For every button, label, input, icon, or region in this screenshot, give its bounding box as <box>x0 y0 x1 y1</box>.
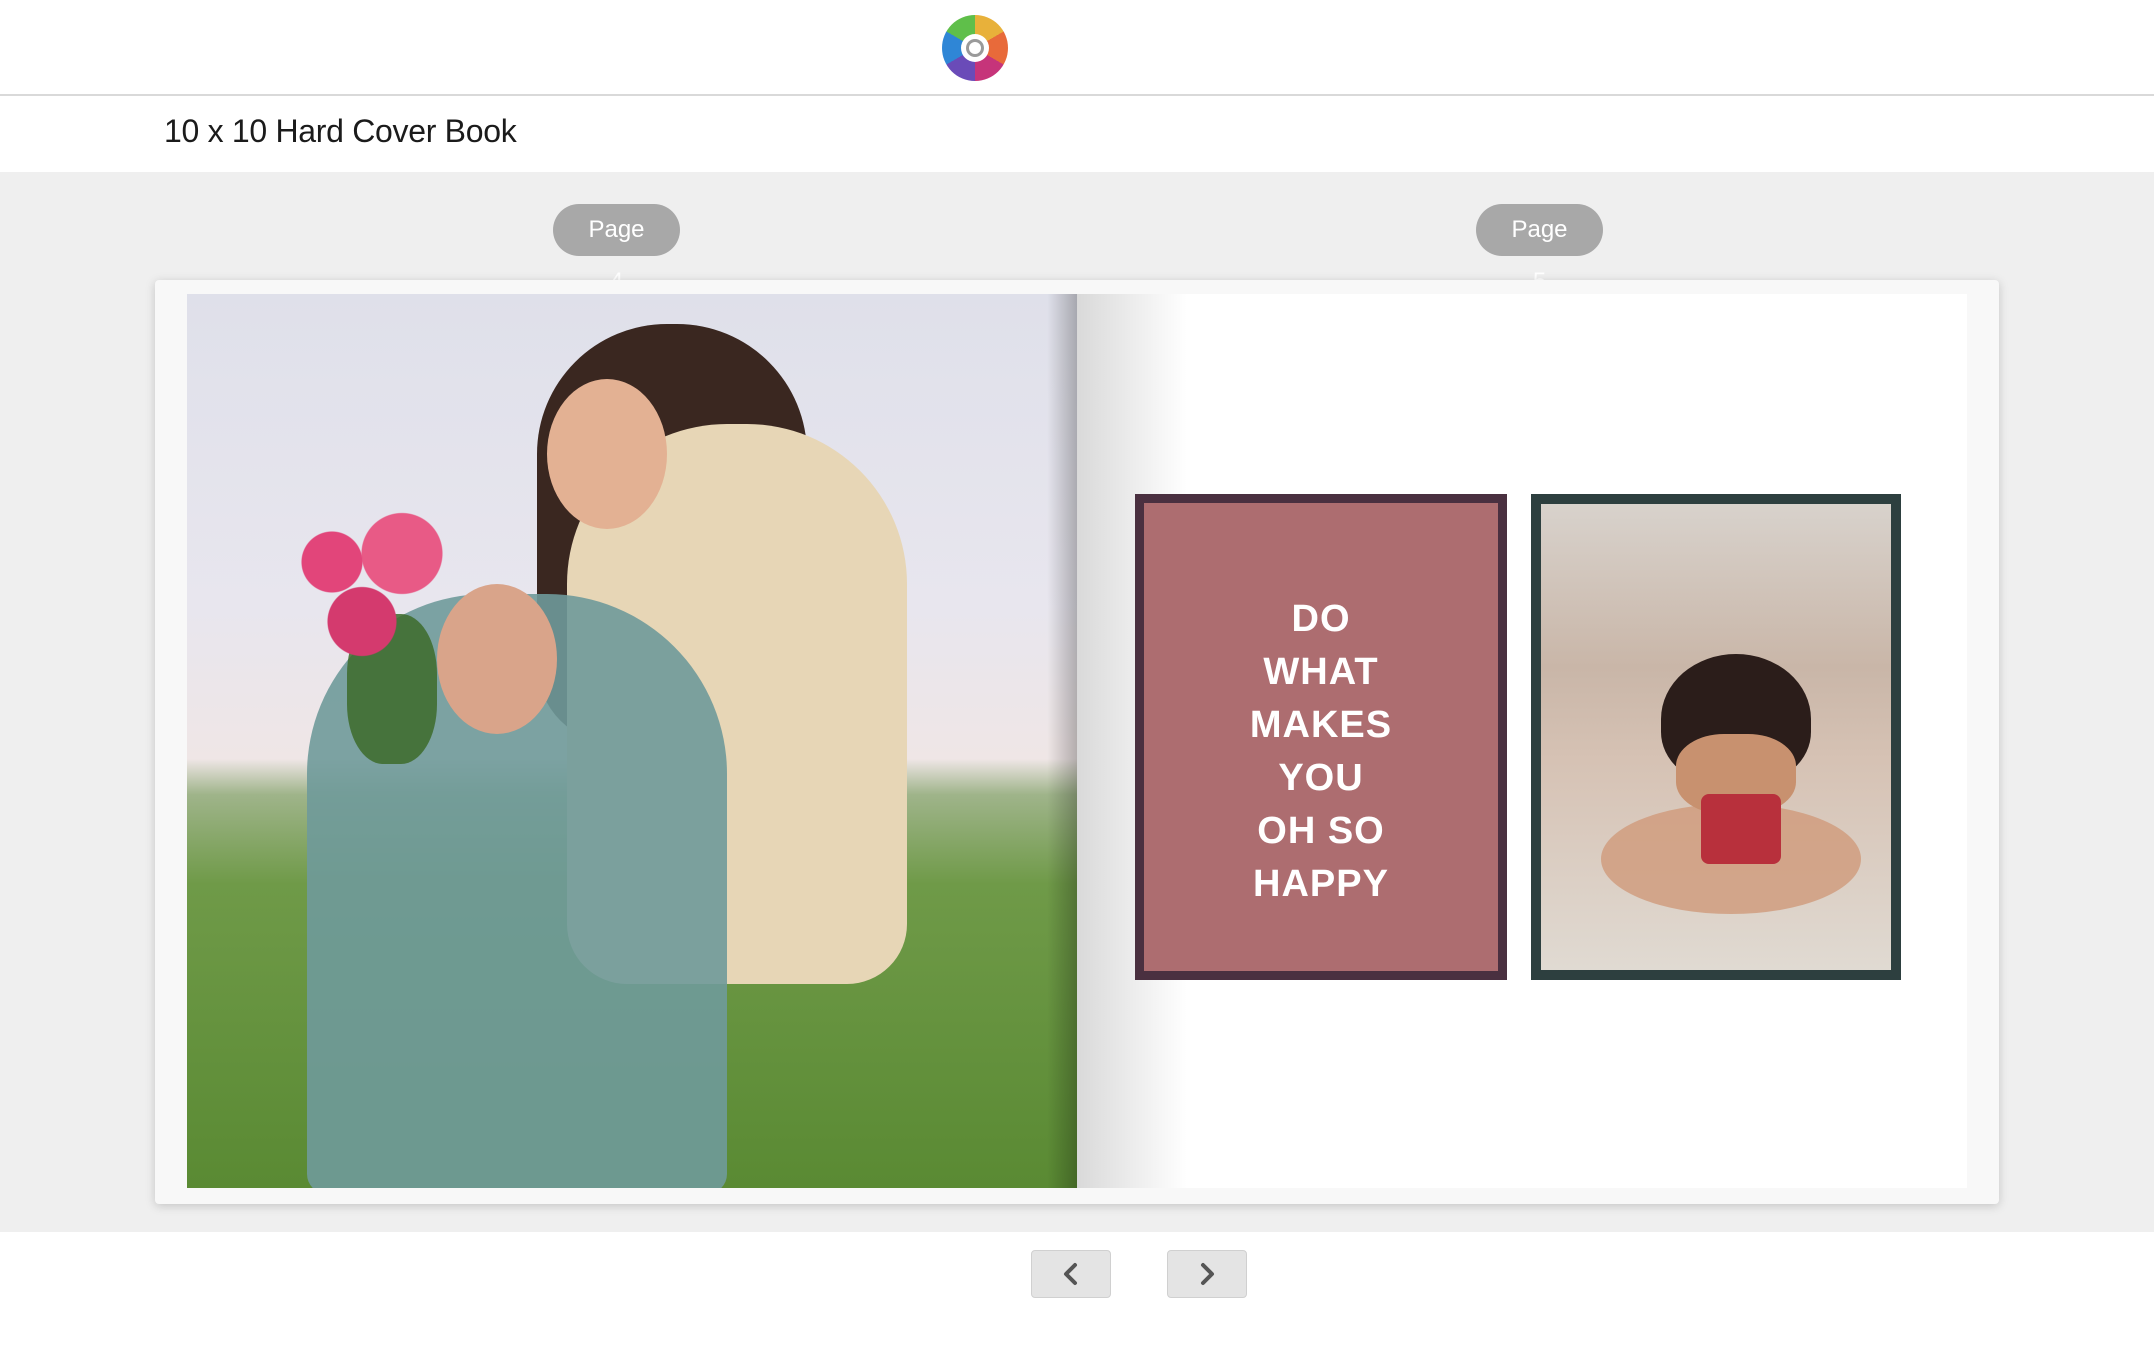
quote-line: HAPPY <box>1253 863 1389 905</box>
quote-line: YOU <box>1278 757 1364 799</box>
page-4-label: Page 4 <box>553 204 680 295</box>
product-title-bar: 10 x 10 Hard Cover Book <box>0 98 2154 172</box>
chevron-left-icon <box>1064 1263 1077 1285</box>
photo-detail <box>272 494 472 664</box>
quote-line: MAKES <box>1249 704 1393 746</box>
next-page-button[interactable] <box>1167 1250 1247 1298</box>
page-5-label: Page 5 <box>1476 204 1603 295</box>
child-photo-card[interactable] <box>1531 494 1901 980</box>
mother-daughter-photo[interactable] <box>187 294 1077 1188</box>
open-book-spread: DO WHAT MAKES YOU OH SO HAPPY <box>155 280 1999 1204</box>
top-header <box>0 0 2154 96</box>
photo-detail <box>547 379 667 529</box>
camera-lens-logo[interactable] <box>942 15 1008 81</box>
book-preview-stage: Page 4 Page 5 DO WHAT MAKES YOU <box>0 172 2154 1232</box>
page-4[interactable] <box>187 294 1077 1188</box>
page-5[interactable]: DO WHAT MAKES YOU OH SO HAPPY <box>1077 294 1967 1188</box>
quote-text: DO WHAT MAKES YOU OH SO HAPPY <box>1144 593 1498 911</box>
previous-page-button[interactable] <box>1031 1250 1111 1298</box>
photo-detail <box>1701 794 1781 864</box>
spine-shadow <box>1047 294 1077 1188</box>
lens-icon <box>961 34 989 62</box>
quote-line: WHAT <box>1263 651 1379 693</box>
page-title: 10 x 10 Hard Cover Book <box>164 113 517 149</box>
quote-line: DO <box>1291 598 1351 640</box>
quote-line: OH SO <box>1257 810 1385 852</box>
quote-card[interactable]: DO WHAT MAKES YOU OH SO HAPPY <box>1135 494 1507 980</box>
chevron-right-icon <box>1201 1263 1214 1285</box>
